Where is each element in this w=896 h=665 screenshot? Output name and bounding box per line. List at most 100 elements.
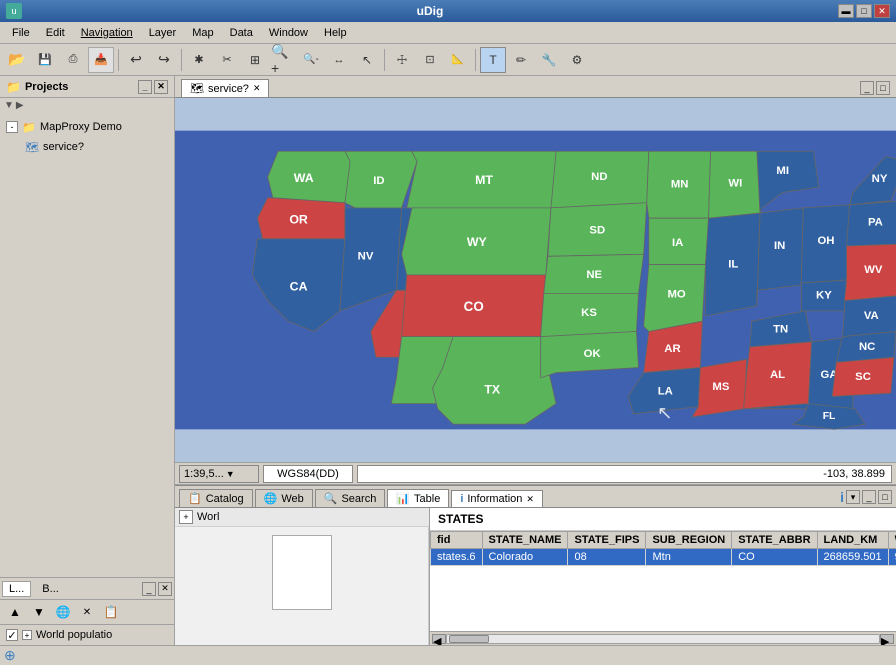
bottom-minimize-button[interactable]: _ [862, 490, 876, 504]
layer-up-button[interactable]: ▲ [4, 602, 26, 622]
map-tab-service[interactable]: 🗺 service? ✕ [181, 79, 269, 97]
tab-info-close[interactable]: ✕ [526, 494, 534, 505]
scale-dropdown-icon[interactable]: ▼ [226, 469, 235, 479]
table-row[interactable]: states.6 Colorado 08 Mtn CO 268659.501 9… [431, 549, 896, 566]
layer-close-button[interactable]: ✕ [158, 582, 172, 596]
layer-check-world[interactable]: ✓ [6, 629, 18, 641]
tab-web-label: Web [281, 493, 303, 505]
menu-window[interactable]: Window [261, 25, 316, 41]
close-button[interactable]: ✕ [874, 4, 890, 18]
select-tool[interactable]: ✱ [186, 47, 212, 73]
tab-bookmarks[interactable]: B... [35, 581, 66, 597]
world-expand-icon[interactable]: + [179, 510, 193, 524]
cell-fid: states.6 [431, 549, 483, 566]
edit-button[interactable]: ✏ [508, 47, 534, 73]
bottom-maximize-button[interactable]: □ [878, 490, 892, 504]
scale-selector[interactable]: 1:39,5... ▼ [179, 465, 259, 483]
map-minimize-button[interactable]: _ [860, 81, 874, 95]
tab-search[interactable]: 🔍 Search [315, 489, 386, 507]
menu-data[interactable]: Data [222, 25, 261, 41]
projects-arrow[interactable]: ▼ ▶ [0, 98, 174, 113]
layer-world-population[interactable]: ✓ + World populatio [4, 627, 170, 643]
svg-text:AL: AL [770, 369, 785, 381]
scroll-thumb[interactable] [449, 635, 489, 643]
cell-state-abbr: CO [732, 549, 817, 566]
pan-button[interactable]: ↔ [326, 47, 352, 73]
tab-web[interactable]: 🌐 Web [255, 489, 313, 507]
bottom-right-panel: STATES fid STATE_NAME STATE_FIPS SUB_REG… [430, 508, 896, 645]
menu-layer[interactable]: Layer [141, 25, 185, 41]
bottom-tab-bar: 📋 Catalog 🌐 Web 🔍 Search 📊 Table [175, 486, 896, 508]
menu-map[interactable]: Map [184, 25, 221, 41]
scroll-right-button[interactable]: ▶ [880, 634, 894, 644]
map-window-controls: _ □ [860, 81, 890, 97]
map-container[interactable]: WA OR CA ID NV [175, 98, 896, 462]
projects-close-button[interactable]: ✕ [154, 80, 168, 94]
svg-text:MN: MN [671, 178, 689, 190]
zoom-select-button[interactable]: ⊡ [417, 47, 443, 73]
layer-info-button[interactable]: 📋 [100, 602, 122, 622]
tab-information[interactable]: i Information ✕ [451, 490, 543, 507]
menu-file[interactable]: File [4, 25, 38, 41]
sep2 [181, 49, 182, 71]
layer-add-button[interactable]: 🌐 [52, 602, 74, 622]
table-scrollbar[interactable]: ◀ ▶ [430, 631, 896, 645]
maximize-button[interactable]: □ [856, 4, 872, 18]
zoom-in-button[interactable]: 🔍+ [270, 47, 296, 73]
layer-expand-world[interactable]: + [22, 630, 32, 640]
save-button[interactable]: 💾 [32, 47, 58, 73]
projects-tree: - 📁 MapProxy Demo 🗺 service? [0, 113, 174, 577]
coords-value: -103, 38.899 [823, 468, 885, 480]
settings-button[interactable]: 🔧 [536, 47, 562, 73]
bottom-dropdown-button[interactable]: ▾ [846, 490, 860, 504]
svg-text:ID: ID [373, 175, 384, 187]
layer-remove-button[interactable]: ✕ [76, 602, 98, 622]
draw-button[interactable]: T [480, 47, 506, 73]
menu-edit[interactable]: Edit [38, 25, 73, 41]
print-button[interactable]: ⎙ [60, 47, 86, 73]
info-button[interactable]: i [840, 489, 844, 505]
minimize-button[interactable]: ▬ [838, 4, 854, 18]
map-maximize-button[interactable]: □ [876, 81, 890, 95]
info-cursor-button[interactable]: ☩ [389, 47, 415, 73]
zoom-out-button[interactable]: 🔍- [298, 47, 324, 73]
map-svg: WA OR CA ID NV [175, 98, 896, 462]
menu-navigation[interactable]: Navigation [73, 25, 141, 41]
map-tab-close[interactable]: ✕ [253, 83, 261, 94]
zoom-extent-button[interactable]: ⊞ [242, 47, 268, 73]
undo-button[interactable]: ↩ [123, 47, 149, 73]
app-status-bar: ⊕ [0, 645, 896, 665]
layer-minimize-button[interactable]: _ [142, 582, 156, 596]
scroll-track[interactable] [446, 634, 880, 644]
layer-down-button[interactable]: ▼ [28, 602, 50, 622]
new-button[interactable]: 📂 [4, 47, 30, 73]
coordinates-display: -103, 38.899 [357, 465, 892, 483]
projects-minimize-button[interactable]: _ [138, 80, 152, 94]
import-button[interactable]: 📥 [88, 47, 114, 73]
measure-button[interactable]: 📐 [445, 47, 471, 73]
tab-layers[interactable]: L... [2, 581, 31, 597]
redo-button[interactable]: ↪ [151, 47, 177, 73]
table-title: STATES [430, 508, 896, 531]
cut-tool[interactable]: ✂ [214, 47, 240, 73]
layer-list: ✓ + World populatio [0, 625, 174, 645]
menu-help[interactable]: Help [316, 25, 355, 41]
scroll-left-button[interactable]: ◀ [432, 634, 446, 644]
projects-tab-header: 📁 Projects _ ✕ [0, 76, 174, 98]
data-table[interactable]: fid STATE_NAME STATE_FIPS SUB_REGION STA… [430, 531, 896, 631]
window-controls[interactable]: ▬ □ ✕ [838, 4, 890, 18]
pointer-button[interactable]: ↖ [354, 47, 380, 73]
svg-text:NE: NE [586, 269, 602, 281]
map-window: 🗺 service? ✕ _ □ WA [175, 76, 896, 485]
svg-text:ND: ND [591, 171, 607, 183]
layer-settings-button[interactable]: ⚙ [564, 47, 590, 73]
svg-text:MI: MI [776, 165, 789, 177]
tree-item-mapproxy[interactable]: - 📁 MapProxy Demo [4, 117, 170, 137]
tree-expand-mapproxy[interactable]: - [6, 121, 18, 133]
map-tab-label: service? [208, 83, 249, 95]
tree-item-service[interactable]: 🗺 service? [4, 137, 170, 157]
world-population-item[interactable]: + Worl [175, 508, 429, 527]
tab-table[interactable]: 📊 Table [387, 489, 449, 507]
svg-text:WI: WI [728, 177, 742, 189]
tab-catalog[interactable]: 📋 Catalog [179, 489, 253, 507]
